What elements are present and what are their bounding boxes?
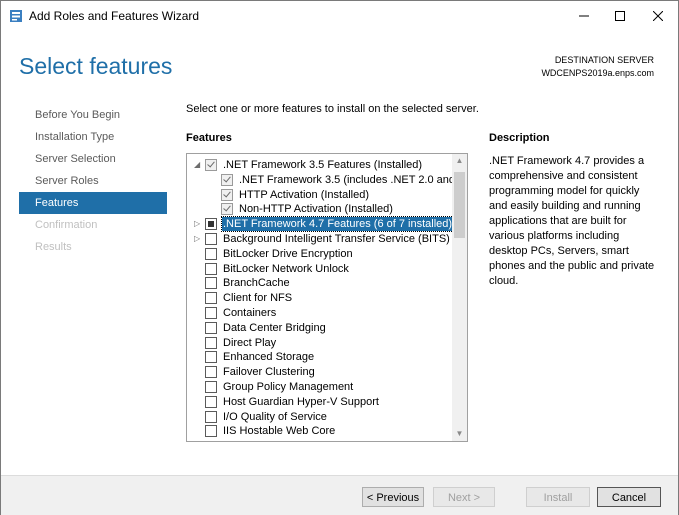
feature-label[interactable]: .NET Framework 3.5 (includes .NET 2.0 an… [238,173,467,187]
feature-checkbox[interactable] [205,232,217,245]
feature-checkbox[interactable] [205,410,217,423]
feature-checkbox[interactable] [205,159,217,171]
features-scrollbar[interactable]: ▲ ▼ [452,154,467,441]
feature-row[interactable]: ▷ .NET Framework 4.7 Features (6 of 7 ins… [187,216,455,233]
feature-label[interactable]: BitLocker Drive Encryption [222,247,354,261]
install-button[interactable]: Install [526,487,590,507]
features-list: ◢ .NET Framework 3.5 Features (Installed)… [187,158,467,439]
collapse-icon[interactable]: ◢ [194,159,203,171]
feature-label[interactable]: Data Center Bridging [222,321,327,335]
nav-item-confirmation: Confirmation [35,219,98,231]
feature-checkbox[interactable] [205,321,217,334]
nav-item-results: Results [35,241,72,253]
server-manager-icon [10,10,22,22]
feature-label[interactable]: Failover Clustering [222,365,316,379]
minimize-icon [579,15,589,17]
feature-label[interactable]: Enhanced Storage [222,350,315,364]
nav-item-server-roles[interactable]: Server Roles [19,170,167,192]
next-button[interactable]: Next > [433,487,495,507]
feature-label[interactable]: Background Intelligent Transfer Service … [222,232,451,246]
feature-row[interactable]: Client for NFS [187,291,450,306]
expand-icon[interactable]: ▷ [194,233,203,245]
close-icon [653,11,663,21]
title-bar[interactable]: Add Roles and Features Wizard [1,1,678,31]
feature-row[interactable]: Enhanced Storage [187,350,450,365]
previous-button[interactable]: < Previous [362,487,424,507]
feature-row[interactable]: Host Guardian Hyper-V Support [187,395,450,410]
feature-row[interactable]: BitLocker Drive Encryption [187,247,450,262]
minimize-button[interactable] [566,1,602,31]
maximize-icon [615,11,625,21]
nav-item-features[interactable]: Features [19,192,167,214]
nav-item-before-you-begin[interactable]: Before You Begin [19,104,167,126]
feature-row[interactable]: Group Policy Management [187,380,450,395]
feature-checkbox[interactable] [205,262,217,275]
close-button[interactable] [640,1,676,31]
feature-label[interactable]: Host Guardian Hyper-V Support [222,395,380,409]
feature-label[interactable]: .NET Framework 3.5 Features (Installed) [222,158,423,172]
feature-label[interactable]: BranchCache [222,276,291,290]
feature-checkbox[interactable] [205,277,217,290]
feature-row[interactable]: BitLocker Network Unlock [187,262,450,277]
feature-row[interactable]: Containers [187,306,450,321]
feature-row[interactable]: I/O Quality of Service [187,410,450,425]
feature-checkbox[interactable] [205,336,217,349]
intro-text: Select one or more features to install o… [186,103,479,115]
feature-checkbox[interactable] [205,247,217,260]
scroll-up-icon[interactable]: ▲ [452,154,467,168]
destination-label: DESTINATION SERVER [554,55,654,65]
feature-row[interactable]: ▷ Background Intelligent Transfer Service… [187,232,450,247]
feature-label[interactable]: Containers [222,306,277,320]
feature-row[interactable]: Direct Play [187,336,450,351]
nav-item-installation-type[interactable]: Installation Type [19,126,167,148]
feature-label[interactable]: BitLocker Network Unlock [222,262,350,276]
feature-checkbox[interactable] [221,188,233,201]
window-title: Add Roles and Features Wizard [29,9,200,23]
cancel-button[interactable]: Cancel [597,487,661,507]
page-title: Select features [19,53,173,79]
feature-checkbox[interactable] [205,218,217,231]
feature-row[interactable]: .NET Framework 3.5 (includes .NET 2.0 an… [187,173,467,188]
feature-checkbox[interactable] [205,306,217,319]
scroll-down-icon[interactable]: ▼ [452,427,467,441]
feature-checkbox[interactable] [205,351,217,364]
feature-label[interactable]: I/O Quality of Service [222,410,328,424]
feature-row[interactable]: IIS Hostable Web Core [187,424,450,439]
expand-icon[interactable]: ▷ [194,218,203,230]
feature-label[interactable]: Group Policy Management [222,380,354,394]
destination-server: DESTINATION SERVER WDCENPS2019a.enps.com [541,54,654,80]
description-heading: Description [489,132,550,144]
feature-checkbox[interactable] [221,203,233,216]
description-text: .NET Framework 4.7 provides a comprehens… [489,155,655,287]
feature-checkbox[interactable] [205,292,217,305]
feature-checkbox[interactable] [205,395,217,408]
nav-item-server-selection[interactable]: Server Selection [19,148,167,170]
maximize-button[interactable] [602,1,638,31]
feature-row[interactable]: HTTP Activation (Installed) [187,188,450,203]
feature-row[interactable]: Data Center Bridging [187,321,450,336]
scroll-thumb[interactable] [454,172,465,238]
feature-checkbox[interactable] [205,380,217,393]
feature-checkbox[interactable] [221,173,233,186]
features-heading: Features [186,132,232,144]
feature-label[interactable]: Direct Play [222,336,277,350]
feature-label[interactable]: Client for NFS [222,291,293,305]
feature-row[interactable]: Failover Clustering [187,365,450,380]
feature-label[interactable]: Non-HTTP Activation (Installed) [238,202,394,216]
feature-checkbox[interactable] [205,425,217,438]
wizard-nav: Before You Begin Installation Type Serve… [19,104,167,258]
feature-label[interactable]: IIS Hostable Web Core [222,424,336,438]
feature-row[interactable]: Non-HTTP Activation (Installed) [187,202,450,217]
feature-label[interactable]: HTTP Activation (Installed) [238,188,370,202]
feature-row[interactable]: ◢ .NET Framework 3.5 Features (Installed) [187,158,450,173]
feature-checkbox[interactable] [205,366,217,379]
destination-server-name: WDCENPS2019a.enps.com [541,68,654,78]
feature-label[interactable]: .NET Framework 4.7 Features (6 of 7 inst… [220,216,455,233]
features-tree[interactable]: ◢ .NET Framework 3.5 Features (Installed)… [186,153,468,442]
wizard-window: Add Roles and Features Wizard Select fea… [0,0,679,515]
feature-row[interactable]: BranchCache [187,276,450,291]
